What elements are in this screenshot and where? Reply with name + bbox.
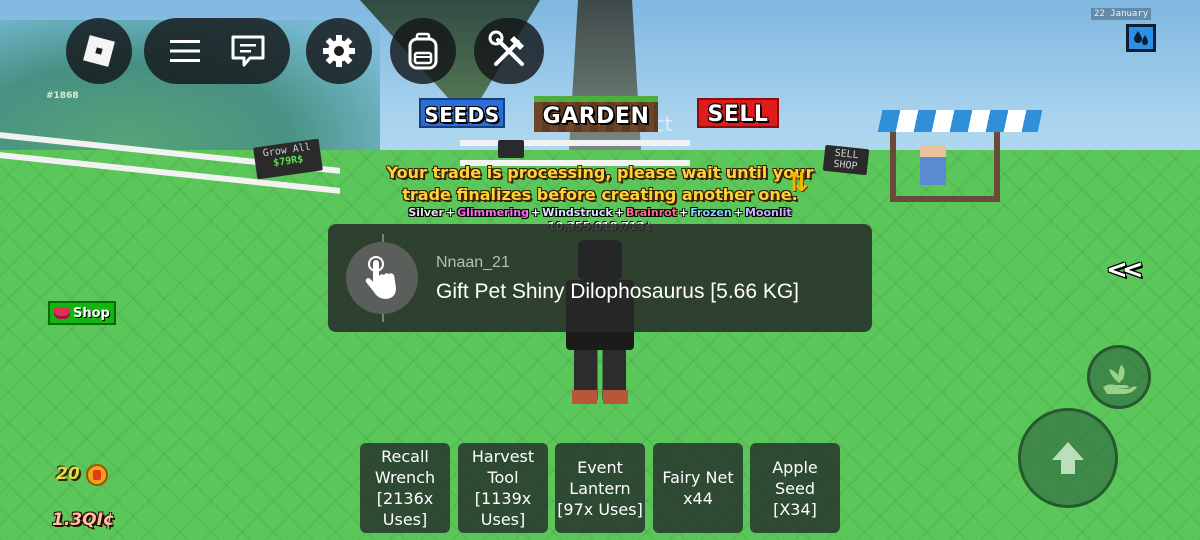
basket-icon [54, 307, 70, 319]
hotbar-slot-label: Apple Seed [X34] [772, 457, 818, 519]
roblox-logo-icon [83, 35, 115, 67]
up-arrow-icon [1048, 438, 1088, 478]
chat-icon[interactable] [230, 34, 266, 68]
hammer-wrench-icon [488, 30, 530, 72]
market-stand [877, 110, 1043, 205]
tab-sell[interactable]: SELL [697, 98, 779, 128]
hotbar-slot-event-lantern[interactable]: Event Lantern [97x Uses] [555, 443, 645, 533]
avatar-tag: #1868 [46, 91, 79, 101]
tools-button[interactable] [474, 18, 544, 84]
tab-garden[interactable]: GARDEN [534, 96, 658, 132]
money-counter: 1.3QI¢ [52, 510, 115, 530]
mutation-label: Brainrot [625, 206, 677, 219]
mutation-separator: + [530, 206, 541, 219]
small-sign [498, 140, 524, 158]
mutation-separator: + [614, 206, 624, 219]
trade-arrows-icon: ⇅ [787, 168, 809, 198]
shop-label: Shop [73, 305, 110, 321]
hand-plant-icon [1099, 357, 1139, 397]
mutation-separator: + [733, 206, 743, 219]
hamburger-menu-icon[interactable] [169, 38, 201, 64]
date-label: 22 January [1091, 8, 1152, 20]
collapse-panel-button[interactable]: << [1106, 255, 1143, 285]
coin-emblem [93, 470, 101, 480]
hotbar-slot-harvest-tool[interactable]: Harvest Tool [1139x Uses] [458, 443, 548, 533]
hotbar-slot-label: Harvest Tool [1139x Uses] [471, 447, 535, 529]
menu-chat-group [144, 18, 290, 84]
water-drops-icon [1132, 29, 1150, 47]
shop-button[interactable]: Shop [48, 301, 116, 325]
stand-awning [877, 110, 1043, 132]
seed-count: 20 [56, 464, 80, 484]
prompt-tap-button[interactable] [346, 242, 418, 314]
gift-pet-prompt[interactable]: Nnaan_21 Gift Pet Shiny Dilophosaurus [5… [328, 224, 872, 332]
hotbar-slot-apple-seed[interactable]: Apple Seed [X34] [750, 443, 840, 533]
weather-button[interactable] [1126, 24, 1156, 52]
roblox-menu-button[interactable] [66, 18, 132, 84]
prompt-action-text: Gift Pet Shiny Dilophosaurus [5.66 KG] [436, 280, 800, 303]
coin-icon [86, 464, 108, 486]
prompt-username: Nnaan_21 [436, 254, 510, 271]
pet-mutations: Silver + Glimmering + Windstruck + Brainrot + Fr… [380, 206, 820, 220]
hand-plant-button[interactable] [1087, 345, 1151, 409]
hotbar-slot-recall-wrench[interactable]: Recall Wrench [2136x Uses] [360, 443, 450, 533]
backpack-button[interactable] [390, 18, 456, 84]
gear-icon [321, 33, 357, 69]
shop-npc [920, 145, 946, 185]
mutation-separator: + [679, 206, 689, 219]
settings-button[interactable] [306, 18, 372, 84]
tap-hand-icon [360, 254, 404, 302]
hotbar-slot-fairy-net[interactable]: Fairy Net x44 [653, 443, 743, 533]
hotbar-slot-label: Fairy Net x44 [662, 468, 734, 508]
hotbar-slot-label: Event Lantern [97x Uses] [557, 457, 643, 519]
tab-seeds[interactable]: SEEDS [419, 98, 505, 128]
mutation-label: Silver [408, 206, 444, 219]
mutation-label: Moonlit [744, 206, 792, 219]
mutation-label: Frozen [690, 206, 732, 219]
mutation-separator: + [445, 206, 456, 219]
mutation-label: Glimmering [457, 206, 529, 219]
player-shoes [572, 390, 628, 404]
backpack-icon [406, 32, 440, 70]
hotbar-slot-label: Recall Wrench [2136x Uses] [374, 447, 436, 529]
mutation-label: Windstruck [542, 206, 613, 219]
jump-button[interactable] [1018, 408, 1118, 508]
